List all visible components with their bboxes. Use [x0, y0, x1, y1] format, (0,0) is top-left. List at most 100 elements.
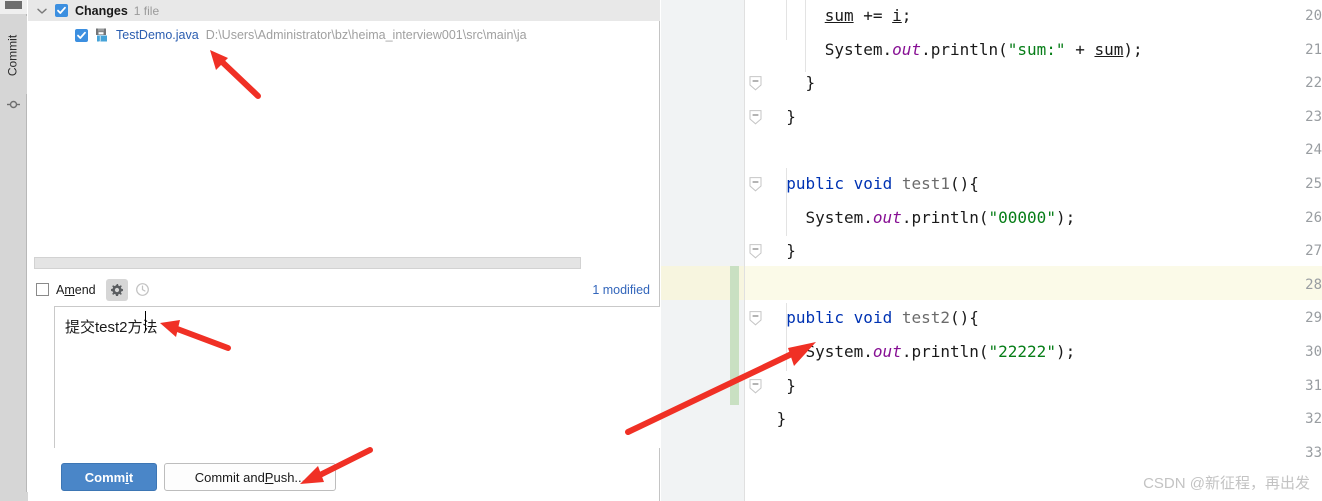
code-token: }: [805, 73, 816, 93]
code-token: test1: [901, 174, 951, 193]
code-line[interactable]: }: [786, 241, 796, 260]
fold-collapse-icon[interactable]: [749, 311, 762, 326]
java-file-icon: J: [94, 27, 110, 43]
indent-guide: [786, 303, 788, 371]
code-token: public: [786, 174, 845, 193]
changes-group-row[interactable]: Changes 1 file: [28, 0, 660, 21]
indent-guide: [805, 0, 807, 72]
modified-status: 1 modified: [592, 282, 650, 297]
line-number: 25: [1305, 176, 1322, 192]
code-line[interactable]: System.out.println("sum:" + sum);: [825, 40, 1143, 59]
left-tool-strip: Commit: [0, 0, 27, 501]
tool-strip-nub: [5, 1, 22, 9]
code-token: out: [892, 39, 922, 59]
code-token: void: [853, 174, 893, 193]
code-line[interactable]: public void test2(){: [786, 308, 979, 327]
line-number: 21: [1305, 41, 1322, 58]
csdn-watermark: CSDN @新征程，再出发: [1143, 475, 1310, 492]
code-token: ;: [901, 6, 912, 25]
changed-file-checkbox[interactable]: [75, 28, 88, 42]
commit-button-post: t: [128, 469, 134, 485]
indent-guide: [786, 0, 788, 40]
code-token: );: [1123, 39, 1143, 59]
code-token: i: [892, 6, 902, 25]
code-token: sum: [1094, 39, 1124, 59]
code-token: sum: [824, 6, 854, 25]
fold-collapse-icon[interactable]: [749, 109, 762, 125]
commit-button[interactable]: Comm i t: [61, 463, 157, 491]
code-token: "sum:": [1007, 39, 1066, 59]
code-token: .println(: [921, 39, 1008, 59]
clock-icon[interactable]: [132, 279, 154, 301]
commit-and-push-button[interactable]: Commit and Push...: [164, 463, 336, 491]
line-number: 30: [1305, 344, 1322, 360]
code-token: "00000": [988, 207, 1056, 227]
changes-group-count: 1 file: [133, 3, 160, 18]
vcs-change-marker[interactable]: [730, 266, 739, 405]
changes-group-title: Changes: [75, 3, 128, 18]
fold-collapse-icon[interactable]: [749, 76, 762, 91]
code-token: out: [872, 342, 902, 361]
indent-guide: [786, 168, 788, 236]
amend-label-post: end: [74, 282, 96, 297]
gear-icon[interactable]: [105, 278, 128, 301]
code-token: .println(: [901, 342, 989, 361]
code-token: +=: [853, 6, 893, 25]
code-token: (){: [950, 308, 979, 328]
code-token: .println(: [901, 207, 989, 227]
commit-message-caret: [145, 311, 146, 331]
code-token: void: [853, 308, 893, 328]
code-line[interactable]: }: [786, 376, 796, 395]
code-token: +: [1065, 39, 1095, 59]
fold-collapse-icon[interactable]: [749, 177, 762, 192]
commit-button-pre: Comm: [84, 469, 126, 485]
line-number: 24: [1305, 142, 1322, 159]
changes-hscrollbar-track[interactable]: [34, 257, 652, 269]
code-token: out: [872, 207, 902, 227]
fold-collapse-icon[interactable]: [749, 244, 762, 259]
code-token: }: [786, 106, 796, 126]
code-line[interactable]: System.out.println("00000");: [805, 208, 1075, 227]
code-token: (){: [950, 174, 979, 193]
changed-file-path: D:\Users\Administrator\bz\heima_intervie…: [205, 28, 527, 42]
line-number: 22: [1305, 75, 1322, 92]
amend-bar: Amend 1 modified: [28, 275, 660, 304]
code-line[interactable]: }: [805, 73, 815, 92]
line-number: 20: [1305, 8, 1322, 24]
commit-message-value: 提交test2方法: [65, 319, 158, 336]
code-line[interactable]: }: [786, 107, 796, 126]
changes-hscrollbar-thumb[interactable]: [34, 257, 581, 269]
sidebar-tab-commit[interactable]: Commit: [0, 16, 27, 109]
line-number: 23: [1305, 108, 1322, 125]
code-token: test2: [901, 308, 951, 328]
current-line-highlight: [661, 266, 1322, 300]
svg-text:J: J: [98, 34, 101, 42]
tool-strip-bottom-slot: [0, 492, 28, 501]
code-token: );: [1055, 342, 1076, 361]
code-line[interactable]: System.out.println("22222");: [805, 342, 1075, 361]
line-number: 27: [1305, 243, 1322, 260]
code-token: }: [776, 409, 787, 429]
line-number: 28: [1305, 276, 1322, 293]
editor-gutter[interactable]: [661, 0, 745, 501]
code-line[interactable]: sum += i;: [825, 6, 912, 25]
changes-group-checkbox[interactable]: [55, 4, 68, 17]
amend-checkbox[interactable]: [36, 283, 49, 296]
code-line[interactable]: public void test1(){: [786, 174, 979, 193]
code-token: public: [786, 308, 845, 328]
changes-panel: Changes 1 file J TestDemo.java D:\Users\…: [28, 0, 660, 501]
changed-file-row[interactable]: J TestDemo.java D:\Users\Administrator\b…: [28, 24, 660, 46]
chevron-down-icon[interactable]: [34, 3, 50, 19]
push-button-accel: P: [264, 469, 274, 485]
code-token: System.: [805, 342, 873, 361]
tool-strip-top-slot: [0, 0, 27, 14]
fold-collapse-icon[interactable]: [749, 378, 762, 394]
code-line[interactable]: }: [777, 409, 787, 428]
code-editor[interactable]: 20 sum += i; 21 System.out.println("sum:" +…: [661, 0, 1322, 501]
amend-label: Amend: [56, 283, 96, 297]
commit-node-icon[interactable]: [7, 98, 20, 111]
commit-tool-window-screenshot: Commit Changes 1 file J TestDemo.java D:…: [0, 0, 1322, 501]
